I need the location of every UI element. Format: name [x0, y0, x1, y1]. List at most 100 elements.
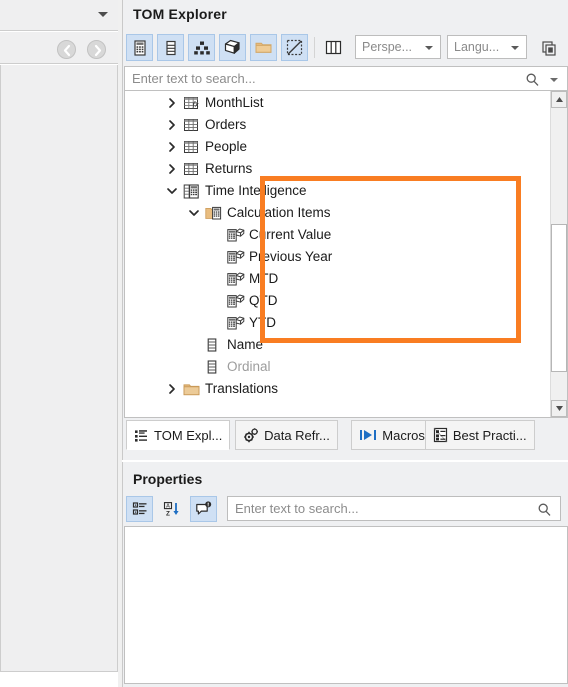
tree-item-label: Current Value	[249, 227, 332, 242]
table-icon	[183, 114, 201, 136]
chevron-right-icon[interactable]	[165, 92, 179, 114]
chevron-right-icon[interactable]	[165, 158, 179, 180]
calculated-table-icon: fx	[183, 92, 201, 114]
tree-item[interactable]: Name	[125, 334, 567, 356]
search-icon[interactable]	[537, 502, 552, 520]
document-tab[interactable]: Best Practi...	[424, 420, 535, 450]
document-tab[interactable]: Macros	[351, 420, 433, 450]
gears-icon	[243, 427, 259, 443]
tree-item[interactable]: People	[125, 136, 567, 158]
calculation-group-icon	[183, 180, 201, 202]
calculation-item-icon	[227, 224, 245, 246]
chevron-down-icon[interactable]	[550, 78, 558, 82]
language-select-label: Langu...	[454, 40, 500, 54]
document-tab[interactable]: TOM Expl...	[126, 420, 231, 450]
properties-search-input[interactable]: Enter text to search...	[227, 496, 561, 521]
tom-explorer-toolbar: Perspe... Langu...	[123, 31, 568, 64]
columns-toggle-button[interactable]	[157, 34, 184, 61]
properties-search-placeholder: Enter text to search...	[235, 501, 359, 516]
tree-vertical-scrollbar[interactable]	[550, 91, 567, 417]
chevron-down-icon	[511, 46, 519, 50]
document-tab-label: Macros	[382, 427, 425, 443]
folders-toggle-button[interactable]	[250, 34, 277, 61]
calculation-item-icon	[227, 312, 245, 334]
tree-item[interactable]: Translations	[125, 378, 567, 400]
left-pane-region	[0, 0, 122, 687]
svg-text:Z: Z	[166, 510, 170, 517]
search-icon[interactable]	[525, 72, 540, 90]
tree-item[interactable]: Returns	[125, 158, 567, 180]
tree-item[interactable]: Current Value	[125, 224, 567, 246]
scrollbar-thumb[interactable]	[551, 224, 567, 372]
alphabetical-sort-button[interactable]: A Z	[158, 496, 185, 522]
document-tab-strip: TOM Expl... Data Refr... Macros Best Practi…	[124, 420, 568, 452]
tree-item[interactable]: QTD	[125, 290, 567, 312]
tree-item[interactable]: YTD	[125, 312, 567, 334]
hidden-objects-toggle-button[interactable]	[281, 34, 308, 61]
tree-list-icon	[134, 428, 149, 443]
chevron-right-icon[interactable]	[165, 114, 179, 136]
table-icon	[183, 158, 201, 180]
document-tab-label: TOM Expl...	[154, 427, 223, 443]
perspective-select[interactable]: Perspe...	[355, 35, 441, 59]
search-input[interactable]: Enter text to search...	[124, 66, 568, 91]
tree-item-label: Orders	[205, 117, 247, 132]
tables-toggle-button[interactable]	[126, 34, 153, 61]
copy-metadata-button[interactable]	[535, 34, 562, 61]
properties-panel: Properties A Z Enter text to search...	[122, 462, 568, 687]
toolbar-separator	[314, 37, 315, 58]
document-tab-label: Best Practi...	[452, 427, 527, 443]
column-icon	[205, 334, 223, 356]
tree-item[interactable]: Calculation Items	[125, 202, 567, 224]
tree-item[interactable]: Ordinal	[125, 356, 567, 378]
tree-item[interactable]: Previous Year	[125, 246, 567, 268]
scroll-up-button[interactable]	[551, 91, 567, 108]
play-bar-icon	[359, 428, 377, 442]
tree-item[interactable]: MTD	[125, 268, 567, 290]
tom-explorer-panel: TOM Explorer Perspe... Langu... Enter te…	[122, 0, 568, 460]
chevron-down-icon[interactable]	[165, 180, 179, 202]
tree-item-label: MTD	[249, 271, 279, 286]
document-tab-label: Data Refr...	[264, 427, 330, 443]
document-tab[interactable]: Data Refr...	[235, 420, 338, 450]
hierarchies-toggle-button[interactable]	[188, 34, 215, 61]
measures-toggle-button[interactable]	[219, 34, 246, 61]
tree-item-label: Returns	[205, 161, 253, 176]
language-select[interactable]: Langu...	[447, 35, 527, 59]
tree-item-label: MonthList	[205, 95, 264, 110]
all-columns-button[interactable]	[320, 34, 347, 61]
tree-item-label: Calculation Items	[227, 205, 331, 220]
calculation-item-icon	[227, 290, 245, 312]
properties-grid[interactable]	[124, 526, 568, 684]
left-pane-body	[0, 65, 118, 672]
scroll-down-button[interactable]	[551, 400, 567, 417]
svg-text:A: A	[166, 503, 170, 509]
tree-item-label: Name	[227, 337, 264, 352]
page-title: TOM Explorer	[133, 6, 227, 22]
chevron-down-icon	[425, 46, 433, 50]
table-icon	[183, 136, 201, 158]
calculation-item-icon	[227, 268, 245, 290]
chevron-down-icon[interactable]	[98, 12, 108, 17]
chevron-down-icon[interactable]	[187, 202, 201, 224]
search-input-placeholder: Enter text to search...	[132, 71, 256, 86]
tree-item[interactable]: Orders	[125, 114, 567, 136]
calculation-item-icon	[227, 246, 245, 268]
properties-title: Properties	[133, 471, 203, 487]
calculation-items-folder-icon	[205, 202, 223, 224]
tree-item[interactable]: Time Intelligence	[125, 180, 567, 202]
perspective-select-label: Perspe...	[362, 40, 413, 54]
tom-explorer-tree[interactable]: fx MonthList Orders People Returns Time Intel…	[124, 91, 568, 418]
tree-item[interactable]: fx MonthList	[125, 92, 567, 114]
property-pages-button[interactable]	[190, 496, 217, 522]
arrow-left-circle-icon[interactable]	[57, 40, 76, 59]
tree-item-label: People	[205, 139, 248, 154]
column-icon	[205, 356, 223, 378]
categorized-view-button[interactable]	[126, 496, 153, 522]
svg-text:fx: fx	[193, 100, 199, 109]
arrow-right-circle-icon[interactable]	[87, 40, 106, 59]
folder-icon	[183, 378, 201, 400]
tree-item-label: Time Intelligence	[205, 183, 307, 198]
chevron-right-icon[interactable]	[165, 378, 179, 400]
chevron-right-icon[interactable]	[165, 136, 179, 158]
